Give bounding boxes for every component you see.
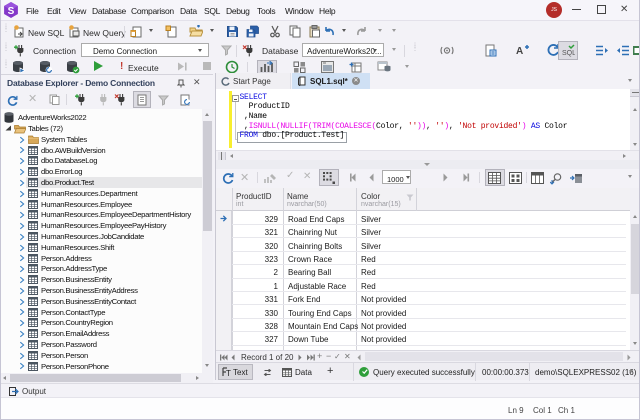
svg-text:SQL: SQL [562, 50, 575, 57]
svg-text:T: T [226, 369, 231, 377]
svg-text:S: S [8, 6, 15, 17]
svg-text:A: A [516, 46, 523, 57]
